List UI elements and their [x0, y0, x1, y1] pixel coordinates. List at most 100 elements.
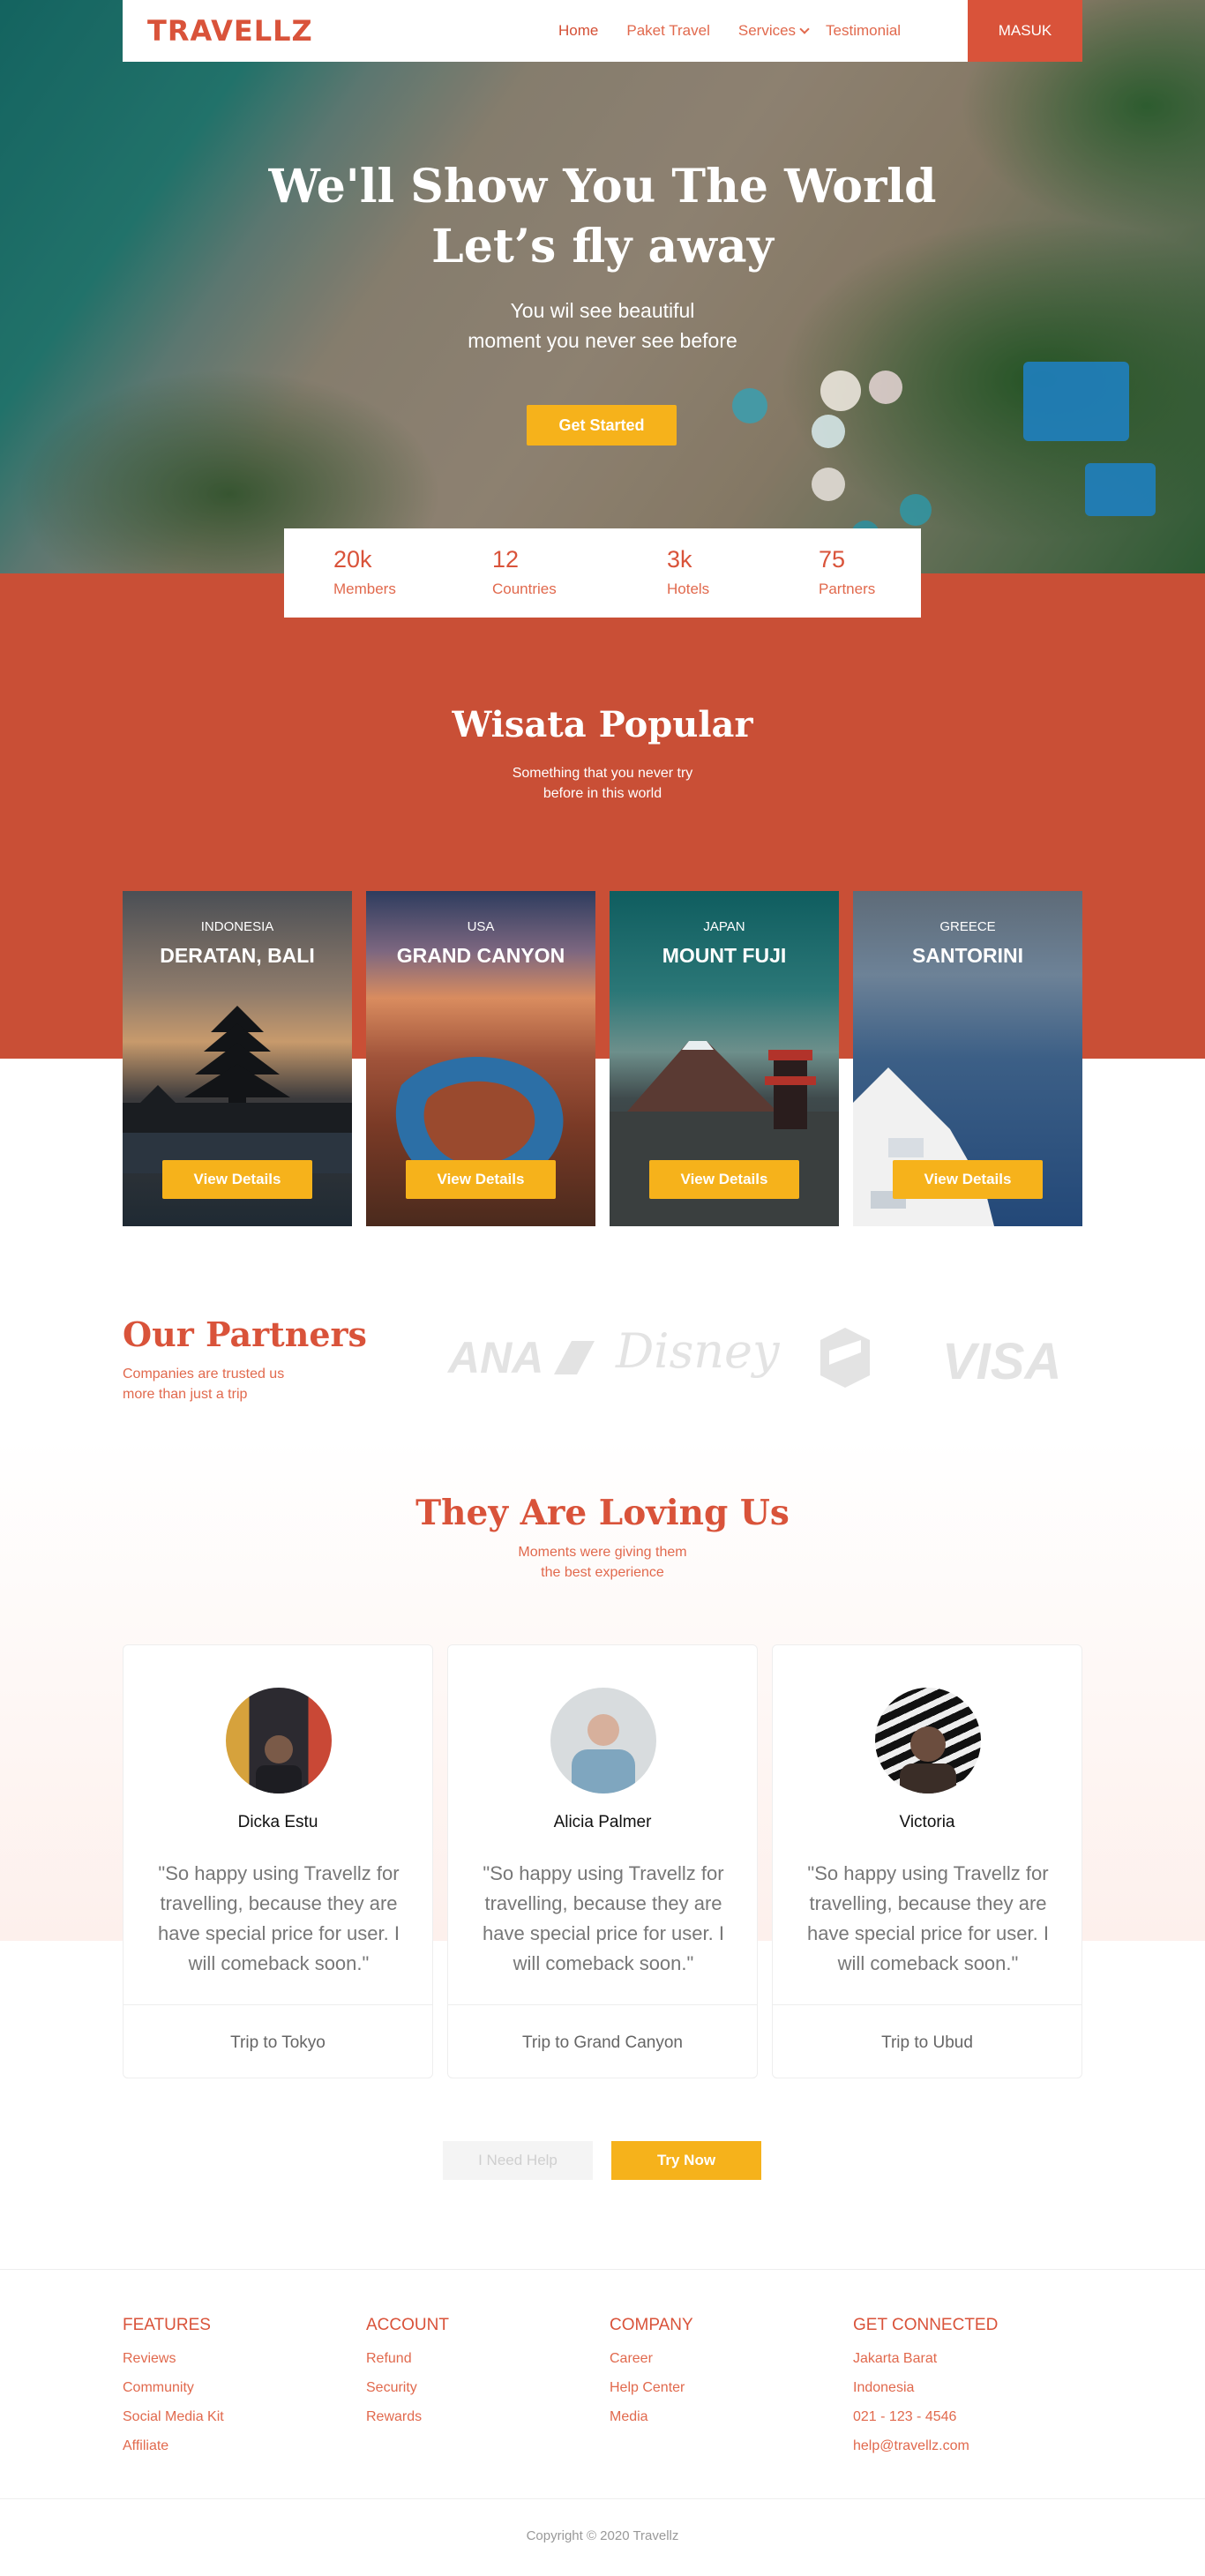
- footer-link[interactable]: Help Center: [610, 2373, 693, 2402]
- nav-links: Home Paket Travel Services Testimonial: [558, 0, 929, 62]
- footer-link[interactable]: Career: [610, 2344, 693, 2373]
- footer-col-connected: GET CONNECTED Jakarta Barat Indonesia 02…: [853, 2316, 998, 2460]
- partners-subtitle-line2: more than just a trip: [123, 1387, 248, 1402]
- testimonials-subtitle-line2: the best experience: [541, 1565, 664, 1580]
- hero-subtitle-line2: moment you never see before: [468, 329, 737, 352]
- popular-title: Wisata Popular: [452, 704, 753, 745]
- pool-shape: [1085, 463, 1156, 516]
- footer-link[interactable]: Reviews: [123, 2344, 224, 2373]
- footer-heading: ACCOUNT: [366, 2316, 449, 2334]
- footer-link[interactable]: Refund: [366, 2344, 449, 2373]
- stat-label: Partners: [819, 580, 876, 597]
- try-now-button[interactable]: Try Now: [611, 2141, 761, 2180]
- view-details-button[interactable]: View Details: [162, 1160, 312, 1199]
- partner-logo-disney: Disney: [616, 1323, 780, 1379]
- footer-heading: GET CONNECTED: [853, 2316, 999, 2334]
- hero-section: [0, 0, 1205, 573]
- stats-bar: 20k Members 12 Countries 3k Hotels 75 Pa…: [284, 528, 921, 618]
- chevron-down-icon: [799, 24, 810, 34]
- footer-col-company: COMPANY Career Help Center Media: [610, 2316, 693, 2431]
- footer-heading: COMPANY: [610, 2316, 693, 2334]
- testimonial-trip: Trip to Ubud: [881, 2033, 973, 2052]
- testimonial-card: Alicia Palmer "So happy using Travellz f…: [447, 1644, 758, 2078]
- umbrella-shape: [900, 494, 932, 526]
- footer-link[interactable]: Community: [123, 2373, 224, 2402]
- partner-shield-icon: [820, 1328, 870, 1388]
- hero-subtitle: You wil see beautiful moment you never s…: [0, 296, 1205, 356]
- card-divider: [123, 2004, 432, 2005]
- hero-title-line1: We'll Show You The World: [268, 160, 937, 213]
- view-details-button[interactable]: View Details: [406, 1160, 556, 1199]
- stat-value: 12: [492, 546, 520, 573]
- testimonials-title: They Are Loving Us: [415, 1493, 790, 1533]
- copyright-text: Copyright © 2020 Travellz: [526, 2528, 679, 2543]
- footer-phone[interactable]: 021 - 123 - 4546: [853, 2402, 998, 2431]
- umbrella-shape: [812, 415, 845, 448]
- stat-label: Members: [333, 580, 396, 597]
- footer-col-features: FEATURES Reviews Community Social Media …: [123, 2316, 224, 2460]
- footer-link[interactable]: Rewards: [366, 2402, 449, 2431]
- testimonial-trip: Trip to Tokyo: [230, 2033, 326, 2052]
- footer-heading: FEATURES: [123, 2316, 211, 2334]
- avatar: [226, 1688, 332, 1793]
- footer-link[interactable]: Affiliate: [123, 2431, 224, 2460]
- nav-services[interactable]: Services: [737, 22, 810, 40]
- view-details-button[interactable]: View Details: [893, 1160, 1043, 1199]
- stat-value: 3k: [667, 546, 692, 573]
- stat-value: 20k: [333, 546, 372, 573]
- card-country: GREECE: [939, 919, 996, 934]
- top-navbar: TRAVELLZ Home Paket Travel Services Test…: [123, 0, 1082, 62]
- testimonials-subtitle: Moments were giving them the best experi…: [0, 1542, 1205, 1583]
- testimonial-name: Alicia Palmer: [553, 1813, 652, 1831]
- view-details-button[interactable]: View Details: [649, 1160, 799, 1199]
- card-country: INDONESIA: [200, 919, 274, 934]
- brand-logo[interactable]: TRAVELLZ: [147, 14, 313, 48]
- testimonial-card: Victoria "So happy using Travellz for tr…: [772, 1644, 1082, 2078]
- avatar-portrait: [572, 1714, 635, 1793]
- footer-link[interactable]: Media: [610, 2402, 693, 2431]
- temple-silhouette: [123, 1006, 352, 1173]
- stat-label: Hotels: [667, 580, 710, 597]
- testimonial-quote: "So happy using Travellz for travelling,…: [483, 1862, 724, 1974]
- partner-logo-ana: ANA: [448, 1332, 595, 1383]
- destination-card-grand-canyon[interactable]: USA GRAND CANYON View Details: [366, 891, 595, 1226]
- card-place: SANTORINI: [911, 944, 1024, 967]
- testimonial-quote: "So happy using Travellz for travelling,…: [807, 1862, 1049, 1974]
- umbrella-shape: [812, 468, 845, 501]
- hero-title: We'll Show You The World Let’s fly away: [0, 157, 1205, 277]
- nav-paket-travel[interactable]: Paket Travel: [626, 22, 710, 40]
- pool-shape: [1023, 362, 1129, 441]
- nav-services-label: Services: [737, 22, 797, 39]
- ana-stripe-shape: [554, 1341, 595, 1374]
- partner-logo-ana-text: ANA: [448, 1333, 543, 1382]
- umbrella-shape: [869, 371, 902, 404]
- get-started-button[interactable]: Get Started: [527, 405, 677, 446]
- destination-card-santorini[interactable]: GREECE SANTORINI View Details: [853, 891, 1082, 1226]
- footer-link[interactable]: Security: [366, 2373, 449, 2402]
- card-place: MOUNT FUJI: [662, 944, 787, 967]
- card-place: DERATAN, BALI: [160, 944, 315, 967]
- popular-subtitle-line1: Something that you never try: [512, 766, 693, 781]
- destination-card-bali[interactable]: INDONESIA DERATAN, BALI View Details: [123, 891, 352, 1226]
- card-divider: [773, 2004, 1082, 2005]
- testimonial-name: Dicka Estu: [237, 1813, 318, 1831]
- need-help-button[interactable]: I Need Help: [443, 2141, 593, 2180]
- partners-subtitle-line1: Companies are trusted us: [123, 1367, 285, 1382]
- footer-link[interactable]: Social Media Kit: [123, 2402, 224, 2431]
- nav-home[interactable]: Home: [558, 22, 598, 40]
- card-place: GRAND CANYON: [396, 944, 565, 967]
- footer-contact: Jakarta Barat: [853, 2351, 938, 2366]
- avatar-portrait: [900, 1726, 956, 1793]
- footer-divider-top: [0, 2269, 1205, 2270]
- nav-testimonial[interactable]: Testimonial: [826, 22, 901, 40]
- testimonial-card: Dicka Estu "So happy using Travellz for …: [123, 1644, 433, 2078]
- testimonial-quote: "So happy using Travellz for travelling,…: [158, 1862, 400, 1974]
- destination-card-mount-fuji[interactable]: JAPAN MOUNT FUJI View Details: [610, 891, 839, 1226]
- partners-subtitle: Companies are trusted us more than just …: [123, 1364, 352, 1404]
- avatar: [875, 1688, 981, 1793]
- popular-subtitle-line2: before in this world: [543, 786, 662, 801]
- popular-subtitle: Something that you never try before in t…: [0, 763, 1205, 804]
- login-button[interactable]: MASUK: [968, 0, 1082, 62]
- footer-email[interactable]: help@travellz.com: [853, 2431, 998, 2460]
- card-country: USA: [467, 919, 495, 934]
